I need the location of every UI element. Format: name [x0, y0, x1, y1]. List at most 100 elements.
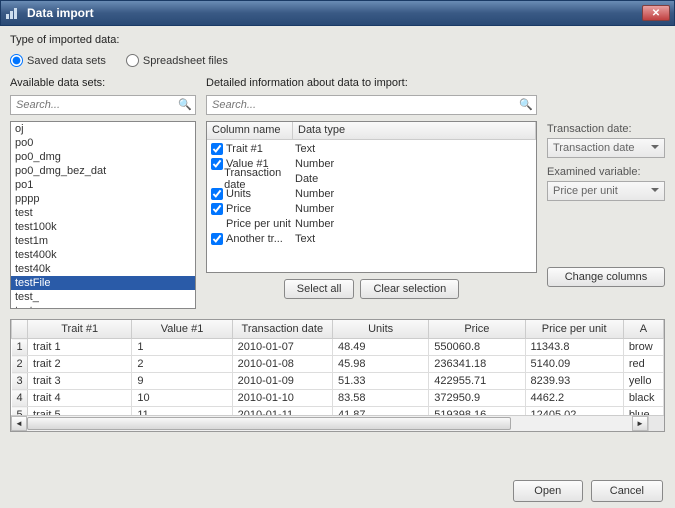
- list-item[interactable]: test_: [11, 290, 195, 304]
- table-cell[interactable]: 2010-01-10: [232, 390, 332, 407]
- list-item[interactable]: po0_dmg_bez_dat: [11, 164, 195, 178]
- table-cell[interactable]: 1: [132, 339, 232, 356]
- clear-selection-button[interactable]: Clear selection: [360, 279, 459, 299]
- table-cell[interactable]: 422955.71: [429, 373, 525, 390]
- column-row[interactable]: Transaction dateDate: [209, 171, 534, 186]
- radio-saved-input[interactable]: [10, 54, 23, 67]
- table-row[interactable]: 4trait 4102010-01-1083.58372950.94462.2b…: [12, 390, 664, 407]
- list-item[interactable]: testFile: [11, 276, 195, 290]
- table-cell[interactable]: 4: [12, 390, 28, 407]
- list-item[interactable]: test: [11, 206, 195, 220]
- close-icon[interactable]: ✕: [642, 5, 670, 21]
- cancel-button[interactable]: Cancel: [591, 480, 663, 502]
- preview-header[interactable]: Price: [429, 320, 525, 339]
- column-row[interactable]: Price per unitNumber: [209, 216, 534, 231]
- radio-spreadsheet-input[interactable]: [126, 54, 139, 67]
- horizontal-scrollbar[interactable]: ◄ ►: [11, 415, 648, 431]
- select-all-button[interactable]: Select all: [284, 279, 355, 299]
- preview-header[interactable]: Trait #1: [28, 320, 132, 339]
- column-row[interactable]: Another tr...Text: [209, 231, 534, 246]
- list-item[interactable]: test40k: [11, 262, 195, 276]
- column-row[interactable]: PriceNumber: [209, 201, 534, 216]
- table-cell[interactable]: brow: [623, 339, 663, 356]
- radio-spreadsheet-files[interactable]: Spreadsheet files: [126, 54, 228, 67]
- table-cell[interactable]: 3: [12, 373, 28, 390]
- open-button[interactable]: Open: [513, 480, 583, 502]
- table-cell[interactable]: black: [623, 390, 663, 407]
- list-item[interactable]: po1: [11, 178, 195, 192]
- chevron-down-icon: [651, 145, 659, 149]
- table-cell[interactable]: trait 4: [28, 390, 132, 407]
- list-item[interactable]: test__: [11, 304, 195, 309]
- list-item[interactable]: test100k: [11, 220, 195, 234]
- column-row[interactable]: Trait #1Text: [209, 141, 534, 156]
- column-type: Number: [293, 218, 534, 230]
- scrollbar-thumb[interactable]: [27, 417, 511, 430]
- scroll-right-icon[interactable]: ►: [632, 416, 648, 431]
- column-checkbox[interactable]: [211, 188, 223, 200]
- table-row[interactable]: 1trait 112010-01-0748.49550060.811343.8b…: [12, 339, 664, 356]
- examined-variable-label: Examined variable:: [547, 166, 665, 178]
- table-cell[interactable]: 236341.18: [429, 356, 525, 373]
- column-type: Number: [293, 203, 534, 215]
- transaction-date-dropdown[interactable]: Transaction date: [547, 138, 665, 158]
- column-checkbox[interactable]: [211, 203, 223, 215]
- table-cell[interactable]: trait 2: [28, 356, 132, 373]
- table-cell[interactable]: yello: [623, 373, 663, 390]
- preview-header[interactable]: Transaction date: [232, 320, 332, 339]
- table-cell[interactable]: 1: [12, 339, 28, 356]
- table-cell[interactable]: trait 1: [28, 339, 132, 356]
- preview-header[interactable]: Value #1: [132, 320, 232, 339]
- list-item[interactable]: test1m: [11, 234, 195, 248]
- table-cell[interactable]: 51.33: [332, 373, 428, 390]
- column-row[interactable]: UnitsNumber: [209, 186, 534, 201]
- list-item[interactable]: po0: [11, 136, 195, 150]
- table-cell[interactable]: 11343.8: [525, 339, 623, 356]
- list-item[interactable]: test400k: [11, 248, 195, 262]
- table-cell[interactable]: 4462.2: [525, 390, 623, 407]
- column-name: Another tr...: [226, 233, 283, 245]
- preview-header[interactable]: A: [623, 320, 663, 339]
- scroll-left-icon[interactable]: ◄: [11, 416, 27, 431]
- table-cell[interactable]: 9: [132, 373, 232, 390]
- table-row[interactable]: 2trait 222010-01-0845.98236341.185140.09…: [12, 356, 664, 373]
- list-item[interactable]: po0_dmg: [11, 150, 195, 164]
- search-datasets-input[interactable]: [10, 95, 196, 115]
- examined-variable-dropdown[interactable]: Price per unit: [547, 181, 665, 201]
- table-cell[interactable]: 48.49: [332, 339, 428, 356]
- table-cell[interactable]: 5140.09: [525, 356, 623, 373]
- table-cell[interactable]: 550060.8: [429, 339, 525, 356]
- preview-table[interactable]: Trait #1Value #1Transaction dateUnitsPri…: [10, 319, 665, 432]
- list-item[interactable]: pppp: [11, 192, 195, 206]
- change-columns-button[interactable]: Change columns: [547, 267, 665, 287]
- search-columns-input[interactable]: [206, 95, 537, 115]
- table-row[interactable]: 3trait 392010-01-0951.33422955.718239.93…: [12, 373, 664, 390]
- column-checkbox[interactable]: [211, 233, 223, 245]
- column-type: Date: [293, 173, 534, 185]
- table-cell[interactable]: trait 3: [28, 373, 132, 390]
- table-cell[interactable]: 8239.93: [525, 373, 623, 390]
- table-cell[interactable]: 83.58: [332, 390, 428, 407]
- list-item[interactable]: oj: [11, 122, 195, 136]
- titlebar[interactable]: Data import ✕: [0, 0, 675, 26]
- column-checkbox[interactable]: [211, 143, 223, 155]
- column-type: Text: [293, 143, 534, 155]
- table-cell[interactable]: 2010-01-08: [232, 356, 332, 373]
- table-cell[interactable]: 45.98: [332, 356, 428, 373]
- preview-header[interactable]: Price per unit: [525, 320, 623, 339]
- preview-header[interactable]: [12, 320, 28, 339]
- table-cell[interactable]: 2: [12, 356, 28, 373]
- radio-saved-data-sets[interactable]: Saved data sets: [10, 54, 106, 67]
- column-name-header[interactable]: Column name: [207, 122, 293, 139]
- transaction-date-label: Transaction date:: [547, 123, 665, 135]
- preview-header[interactable]: Units: [332, 320, 428, 339]
- table-cell[interactable]: 2010-01-09: [232, 373, 332, 390]
- table-cell[interactable]: 2: [132, 356, 232, 373]
- type-label: Type of imported data:: [10, 34, 665, 46]
- table-cell[interactable]: red: [623, 356, 663, 373]
- table-cell[interactable]: 372950.9: [429, 390, 525, 407]
- column-type-header[interactable]: Data type: [293, 122, 536, 139]
- table-cell[interactable]: 2010-01-07: [232, 339, 332, 356]
- datasets-listbox[interactable]: ojpo0po0_dmgpo0_dmg_bez_datpo1pppptestte…: [10, 121, 196, 309]
- table-cell[interactable]: 10: [132, 390, 232, 407]
